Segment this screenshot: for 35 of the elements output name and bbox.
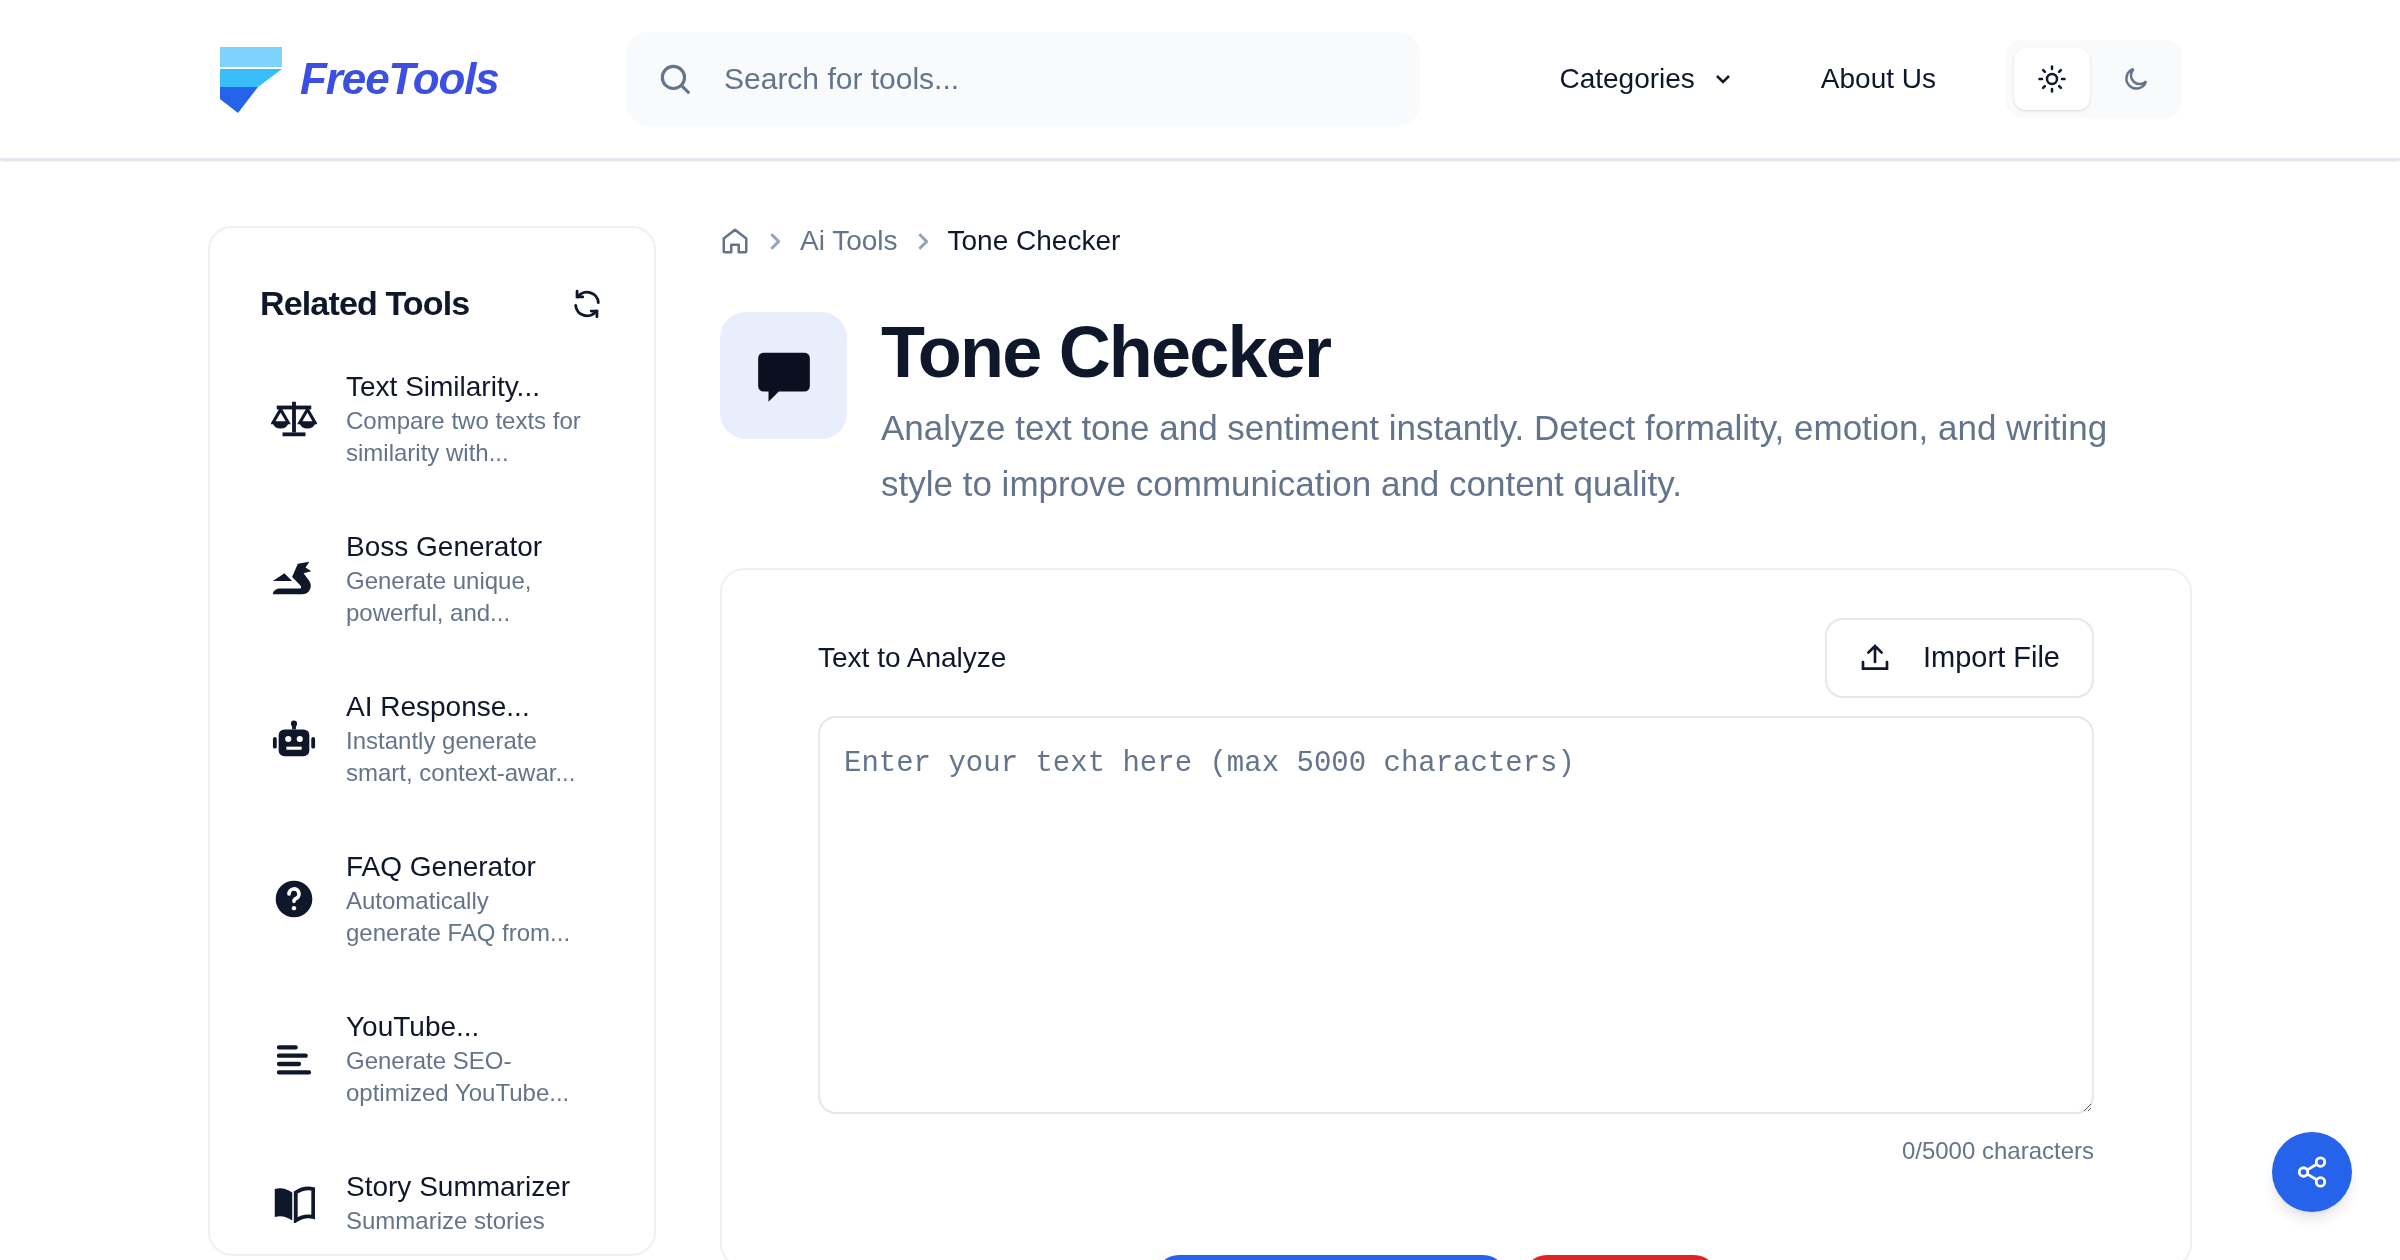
tool-description: Summarize stories (346, 1206, 546, 1236)
related-tool-link[interactable]: AI Response... (346, 689, 582, 725)
nav-link[interactable]: About Us (1820, 58, 1936, 100)
related-tool-link[interactable]: YouTube... (346, 1009, 582, 1045)
tool-description: Instantly generate smart, context-awar... (346, 726, 577, 788)
character-counter: 0/5000 characters (1901, 1136, 2094, 1166)
share-icon (2295, 1155, 2329, 1189)
sidebar-title: Related Tools (260, 283, 470, 324)
breadcrumb-current: Tone Checker (947, 224, 1121, 258)
scale-icon (271, 399, 317, 439)
tool-description: Automatically generate FAQ from... (346, 886, 572, 948)
field-label: Text to Analyze (818, 641, 1007, 675)
search-field[interactable]: Search for tools... (626, 32, 1420, 126)
tool-title: Tone Checker (881, 312, 1332, 392)
chevron-right-icon (917, 232, 928, 250)
tool-description: Generate SEO-optimized YouTube... (346, 1046, 571, 1108)
categories-menu[interactable]: Categories (1559, 58, 1735, 100)
book-icon (273, 1183, 315, 1223)
import-file-button[interactable]: Import File (1825, 618, 2094, 698)
home-icon[interactable] (720, 226, 750, 256)
tool-description: Generate unique, powerful, and... (346, 566, 533, 628)
light-mode-button[interactable] (2014, 48, 2090, 110)
text-input-area[interactable]: Enter your text here (max 5000 characters) (818, 716, 2094, 1114)
robot-icon (271, 719, 317, 759)
tool-description: Analyze text tone and sentiment instantly. Detect formality, emotion, and writing style to improve communication and content quality. (881, 407, 2109, 505)
related-tool-link[interactable]: Text Similarity... (346, 369, 582, 405)
related-tool-link[interactable]: Boss Generator (346, 529, 582, 565)
question-circle-icon (274, 879, 314, 919)
related-tool-link[interactable]: FAQ Generator (346, 849, 582, 885)
breadcrumb-link[interactable]: Ai Tools (800, 220, 898, 262)
tool-description: Compare two texts for similarity with... (346, 406, 582, 468)
sun-icon (2037, 64, 2067, 94)
related-tool-link[interactable]: Story Summarizer (346, 1169, 582, 1205)
chevron-right-icon (770, 232, 780, 250)
logo-text[interactable]: FreeTools (300, 46, 499, 112)
